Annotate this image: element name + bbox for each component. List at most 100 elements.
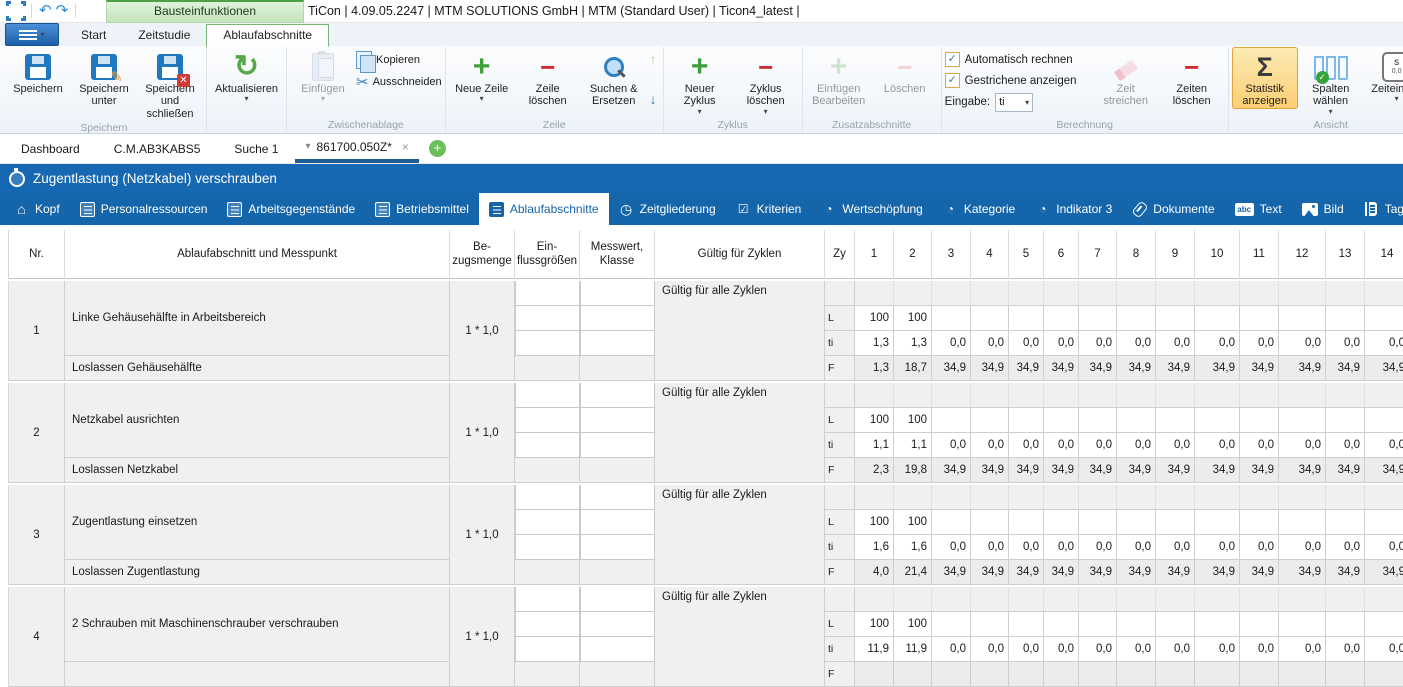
- value-ti-cycle-2[interactable]: 1,6: [894, 535, 932, 560]
- value-f-cycle-3[interactable]: 34,9: [932, 356, 971, 381]
- value-f-cycle-2[interactable]: 18,7: [894, 356, 932, 381]
- value-ti-cycle-7[interactable]: 0,0: [1079, 637, 1117, 662]
- tab-text[interactable]: abcText: [1225, 193, 1292, 225]
- influence-input[interactable]: [515, 408, 580, 433]
- value-f-cycle-7[interactable]: [1079, 662, 1117, 687]
- value-ti-cycle-3[interactable]: 0,0: [932, 433, 971, 458]
- value-ti-cycle-10[interactable]: 0,0: [1195, 331, 1240, 356]
- measure-class-input[interactable]: [580, 383, 655, 408]
- refresh-button[interactable]: ↻ Aktualisieren ▾: [210, 47, 283, 105]
- ribbon-tab-ablaufabschnitte[interactable]: Ablaufabschnitte: [206, 24, 329, 47]
- influence-input[interactable]: [515, 587, 580, 612]
- value-f-cycle-9[interactable]: [1156, 662, 1195, 687]
- value-l-cycle-7[interactable]: [1079, 510, 1117, 535]
- value-f-cycle-8[interactable]: [1117, 662, 1156, 687]
- tab-zeitgliederung[interactable]: ◷Zeitgliederung: [609, 193, 726, 225]
- value-ti-cycle-1[interactable]: 1,6: [855, 535, 894, 560]
- value-l-cycle-9[interactable]: [1156, 306, 1195, 331]
- document-tab-861700-050z[interactable]: ▾861700.050Z*×: [295, 134, 418, 163]
- measure-class-input[interactable]: [580, 637, 655, 662]
- save-button[interactable]: Speichern: [5, 47, 71, 96]
- value-ti-cycle-8[interactable]: 0,0: [1117, 331, 1156, 356]
- choose-columns-button[interactable]: ✓ Spalten wählen ▾: [1298, 47, 1364, 118]
- value-ti-cycle-12[interactable]: 0,0: [1279, 535, 1326, 560]
- value-l-cycle-4[interactable]: [971, 510, 1009, 535]
- value-ti-cycle-14[interactable]: 0,0: [1365, 433, 1403, 458]
- value-f-cycle-12[interactable]: [1279, 662, 1326, 687]
- value-l-cycle-11[interactable]: [1240, 510, 1279, 535]
- tab-kategorie[interactable]: ◔Kategorie: [933, 193, 1025, 225]
- value-f-cycle-12[interactable]: 34,9: [1279, 560, 1326, 585]
- measure-class-input[interactable]: [580, 331, 655, 356]
- measure-point-description[interactable]: Loslassen Zugentlastung: [65, 560, 450, 585]
- measure-point-description[interactable]: [65, 662, 450, 687]
- value-ti-cycle-7[interactable]: 0,0: [1079, 535, 1117, 560]
- value-l-cycle-9[interactable]: [1156, 612, 1195, 637]
- value-f-cycle-5[interactable]: 34,9: [1009, 458, 1044, 483]
- value-f-cycle-7[interactable]: 34,9: [1079, 356, 1117, 381]
- show-striked-checkbox[interactable]: ✓Gestrichene anzeigen: [945, 71, 1093, 90]
- value-ti-cycle-9[interactable]: 0,0: [1156, 331, 1195, 356]
- search-replace-button[interactable]: Suchen & Ersetzen: [581, 47, 647, 109]
- value-l-cycle-3[interactable]: [932, 306, 971, 331]
- measure-point-description[interactable]: Loslassen Netzkabel: [65, 458, 450, 483]
- influence-input[interactable]: [515, 383, 580, 408]
- quantity-cell[interactable]: 1 * 1,0: [450, 281, 515, 381]
- value-ti-cycle-6[interactable]: 0,0: [1044, 331, 1079, 356]
- tab-bild[interactable]: Bild: [1292, 193, 1354, 225]
- value-f-cycle-2[interactable]: 21,4: [894, 560, 932, 585]
- value-f-cycle-11[interactable]: 34,9: [1240, 458, 1279, 483]
- value-ti-cycle-9[interactable]: 0,0: [1156, 637, 1195, 662]
- time-unit-button[interactable]: s0,0 Zeiteinheit ▾: [1364, 47, 1403, 105]
- measure-class-input[interactable]: [580, 281, 655, 306]
- value-l-cycle-12[interactable]: [1279, 612, 1326, 637]
- value-l-cycle-8[interactable]: [1117, 612, 1156, 637]
- value-ti-cycle-11[interactable]: 0,0: [1240, 433, 1279, 458]
- value-ti-cycle-12[interactable]: 0,0: [1279, 637, 1326, 662]
- value-ti-cycle-12[interactable]: 0,0: [1279, 433, 1326, 458]
- value-ti-cycle-8[interactable]: 0,0: [1117, 535, 1156, 560]
- value-f-cycle-7[interactable]: 34,9: [1079, 560, 1117, 585]
- insert-edit-additional-button[interactable]: + Einfügen Bearbeiten: [806, 47, 872, 109]
- step-description[interactable]: 2 Schrauben mit Maschinenschrauber versc…: [65, 587, 450, 662]
- value-l-cycle-7[interactable]: [1079, 612, 1117, 637]
- influence-input[interactable]: [515, 433, 580, 458]
- move-row-up-button[interactable]: ↑: [650, 51, 657, 67]
- value-ti-cycle-13[interactable]: 0,0: [1326, 331, 1365, 356]
- value-l-cycle-8[interactable]: [1117, 510, 1156, 535]
- value-ti-cycle-10[interactable]: 0,0: [1195, 433, 1240, 458]
- value-ti-cycle-11[interactable]: 0,0: [1240, 331, 1279, 356]
- value-ti-cycle-12[interactable]: 0,0: [1279, 331, 1326, 356]
- value-l-cycle-6[interactable]: [1044, 408, 1079, 433]
- ribbon-tab-zeitstudie[interactable]: Zeitstudie: [122, 25, 206, 46]
- measure-class-input[interactable]: [580, 535, 655, 560]
- value-f-cycle-14[interactable]: [1365, 662, 1403, 687]
- value-f-cycle-14[interactable]: 34,9: [1365, 458, 1403, 483]
- save-as-button[interactable]: ✎ Speichern unter: [71, 47, 137, 109]
- value-l-cycle-2[interactable]: 100: [894, 510, 932, 535]
- value-l-cycle-1[interactable]: 100: [855, 510, 894, 535]
- measure-point-description[interactable]: Loslassen Gehäusehälfte: [65, 356, 450, 381]
- value-l-cycle-10[interactable]: [1195, 408, 1240, 433]
- influence-input[interactable]: [515, 331, 580, 356]
- value-l-cycle-1[interactable]: 100: [855, 306, 894, 331]
- value-l-cycle-13[interactable]: [1326, 408, 1365, 433]
- value-f-cycle-10[interactable]: 34,9: [1195, 458, 1240, 483]
- value-f-cycle-12[interactable]: 34,9: [1279, 458, 1326, 483]
- value-l-cycle-1[interactable]: 100: [855, 408, 894, 433]
- value-ti-cycle-8[interactable]: 0,0: [1117, 637, 1156, 662]
- value-ti-cycle-3[interactable]: 0,0: [932, 637, 971, 662]
- value-f-cycle-6[interactable]: 34,9: [1044, 560, 1079, 585]
- value-l-cycle-12[interactable]: [1279, 408, 1326, 433]
- value-ti-cycle-8[interactable]: 0,0: [1117, 433, 1156, 458]
- value-l-cycle-14[interactable]: [1365, 408, 1403, 433]
- valid-for-cycles-cell[interactable]: Gültig für alle Zyklen: [655, 383, 825, 483]
- value-ti-cycle-4[interactable]: 0,0: [971, 331, 1009, 356]
- document-tab-suche-1[interactable]: Suche 1: [217, 134, 295, 163]
- value-l-cycle-7[interactable]: [1079, 408, 1117, 433]
- value-ti-cycle-13[interactable]: 0,0: [1326, 535, 1365, 560]
- influence-input[interactable]: [515, 510, 580, 535]
- tab-ablaufabschnitte[interactable]: Ablaufabschnitte: [479, 193, 609, 225]
- value-f-cycle-11[interactable]: 34,9: [1240, 356, 1279, 381]
- value-ti-cycle-5[interactable]: 0,0: [1009, 535, 1044, 560]
